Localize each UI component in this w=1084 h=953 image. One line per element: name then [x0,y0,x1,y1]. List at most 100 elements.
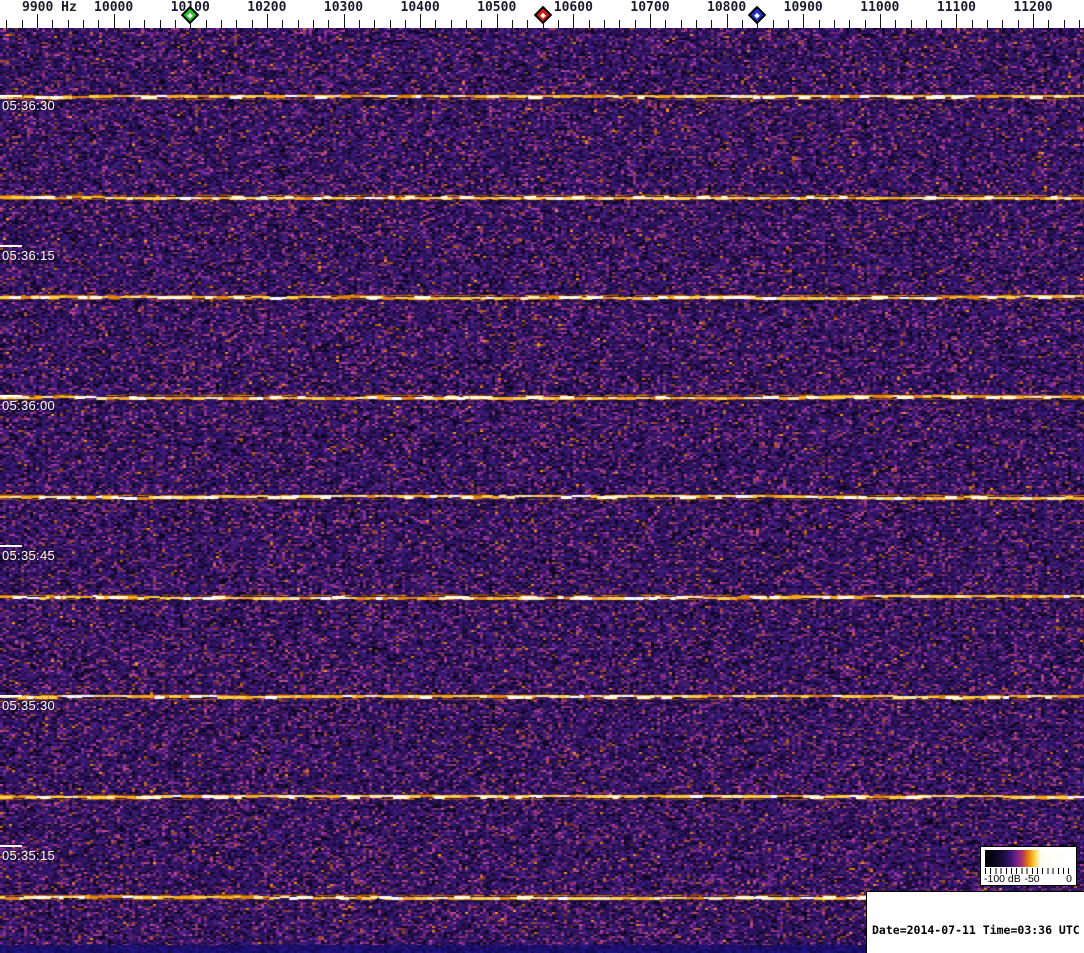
freq-tick [251,20,253,28]
freq-tick-label: 10700 [630,0,670,15]
freq-tick [83,20,84,28]
info-line-date: Date=2014-07-11 Time=03:36 UTC [872,923,1080,937]
freq-tick [956,14,958,28]
freq-tick [925,20,927,28]
freq-tick [297,20,299,28]
freq-tick [741,20,743,28]
freq-tick [1017,20,1019,28]
freq-tick [144,20,146,28]
freq-tick [787,20,789,28]
time-label: 05:36:15 [2,248,56,263]
marker-center-dot [187,12,194,18]
freq-tick [128,20,130,28]
time-tick-mark [0,695,22,697]
freq-tick [634,20,636,28]
freq-tick [910,20,912,28]
freq-tick [282,20,284,28]
freq-tick-label: 10300 [323,0,364,15]
freq-tick [879,14,881,28]
colorbar-label-mid: -50 [1024,873,1040,885]
freq-tick [818,20,820,28]
info-panel: Date=2014-07-11 Time=03:36 UTC Freq=143 … [866,891,1084,953]
time-label: 05:36:00 [2,398,56,413]
freq-tick [37,14,38,28]
freq-tick [496,14,498,28]
freq-tick [1079,20,1080,28]
freq-tick [159,20,161,28]
freq-tick [527,20,529,28]
time-label: 05:35:15 [2,848,56,863]
freq-tick [98,20,100,28]
time-label: 05:36:30 [2,98,56,113]
freq-tick [604,20,605,28]
time-tick-mark [0,245,22,247]
freq-tick [435,20,437,28]
freq-tick [558,20,559,28]
marker-blue-diamond[interactable] [748,5,767,25]
freq-tick [343,14,345,28]
freq-tick [588,20,590,28]
freq-tick-label: 10900 [783,0,823,15]
freq-tick [695,20,697,28]
freq-tick-label: 10400 [400,0,440,15]
freq-tick [803,14,805,28]
freq-tick [726,14,728,28]
freq-tick [67,20,69,28]
colorbar-label-min: -100 dB [984,873,1021,885]
freq-tick [619,20,621,28]
freq-tick [236,20,238,28]
colorbar-label-max: 0 [1066,873,1072,885]
freq-tick [772,20,774,28]
spectrum-waterfall-app: 9900 Hz100001010010200103001040010500106… [0,0,1084,953]
freq-tick [450,20,452,28]
freq-tick [220,20,222,28]
freq-tick [374,20,376,28]
freq-tick [1002,20,1004,28]
freq-tick [665,20,667,28]
freq-tick [573,14,575,28]
colorbar-gradient [985,850,1072,867]
time-tick-mark [0,845,22,847]
colorbar: -100 dB -50 0 [980,846,1077,886]
freq-tick-label: 9900 Hz [22,0,77,15]
freq-tick [404,20,406,28]
marker-red-diamond[interactable] [533,5,552,25]
freq-tick [941,20,943,28]
freq-tick [864,20,866,28]
freq-tick-label: 10800 [707,0,747,15]
freq-tick [21,20,23,28]
freq-tick [849,20,851,28]
freq-tick-label: 10600 [553,0,593,15]
freq-tick [266,14,268,28]
freq-tick [6,20,8,28]
freq-tick [711,20,713,28]
freq-tick-label: 11200 [1013,0,1053,15]
freq-tick [1033,14,1035,28]
freq-tick-label: 10000 [94,0,134,15]
freq-tick [895,20,897,28]
freq-tick [113,14,115,28]
marker-center-dot [754,12,761,18]
freq-tick [1048,20,1050,28]
freq-tick [481,20,483,28]
spectrogram-canvas [0,28,1084,953]
freq-tick [650,14,651,28]
freq-tick-label: 11000 [860,0,900,15]
freq-tick [833,20,835,28]
freq-tick [358,20,360,28]
freq-tick [971,20,973,28]
freq-tick [512,20,513,28]
freq-tick [1063,20,1065,28]
freq-tick-label: 10500 [477,0,517,15]
time-tick-mark [0,395,22,397]
freq-tick [312,20,314,28]
time-label: 05:35:30 [2,698,56,713]
time-label: 05:35:45 [2,548,56,563]
freq-tick [987,20,989,28]
freq-tick [466,20,468,28]
freq-tick-label: 10200 [247,0,287,15]
freq-tick [420,14,422,28]
freq-tick-label: 11100 [936,0,977,15]
freq-tick [174,20,176,28]
freq-tick [205,20,207,28]
